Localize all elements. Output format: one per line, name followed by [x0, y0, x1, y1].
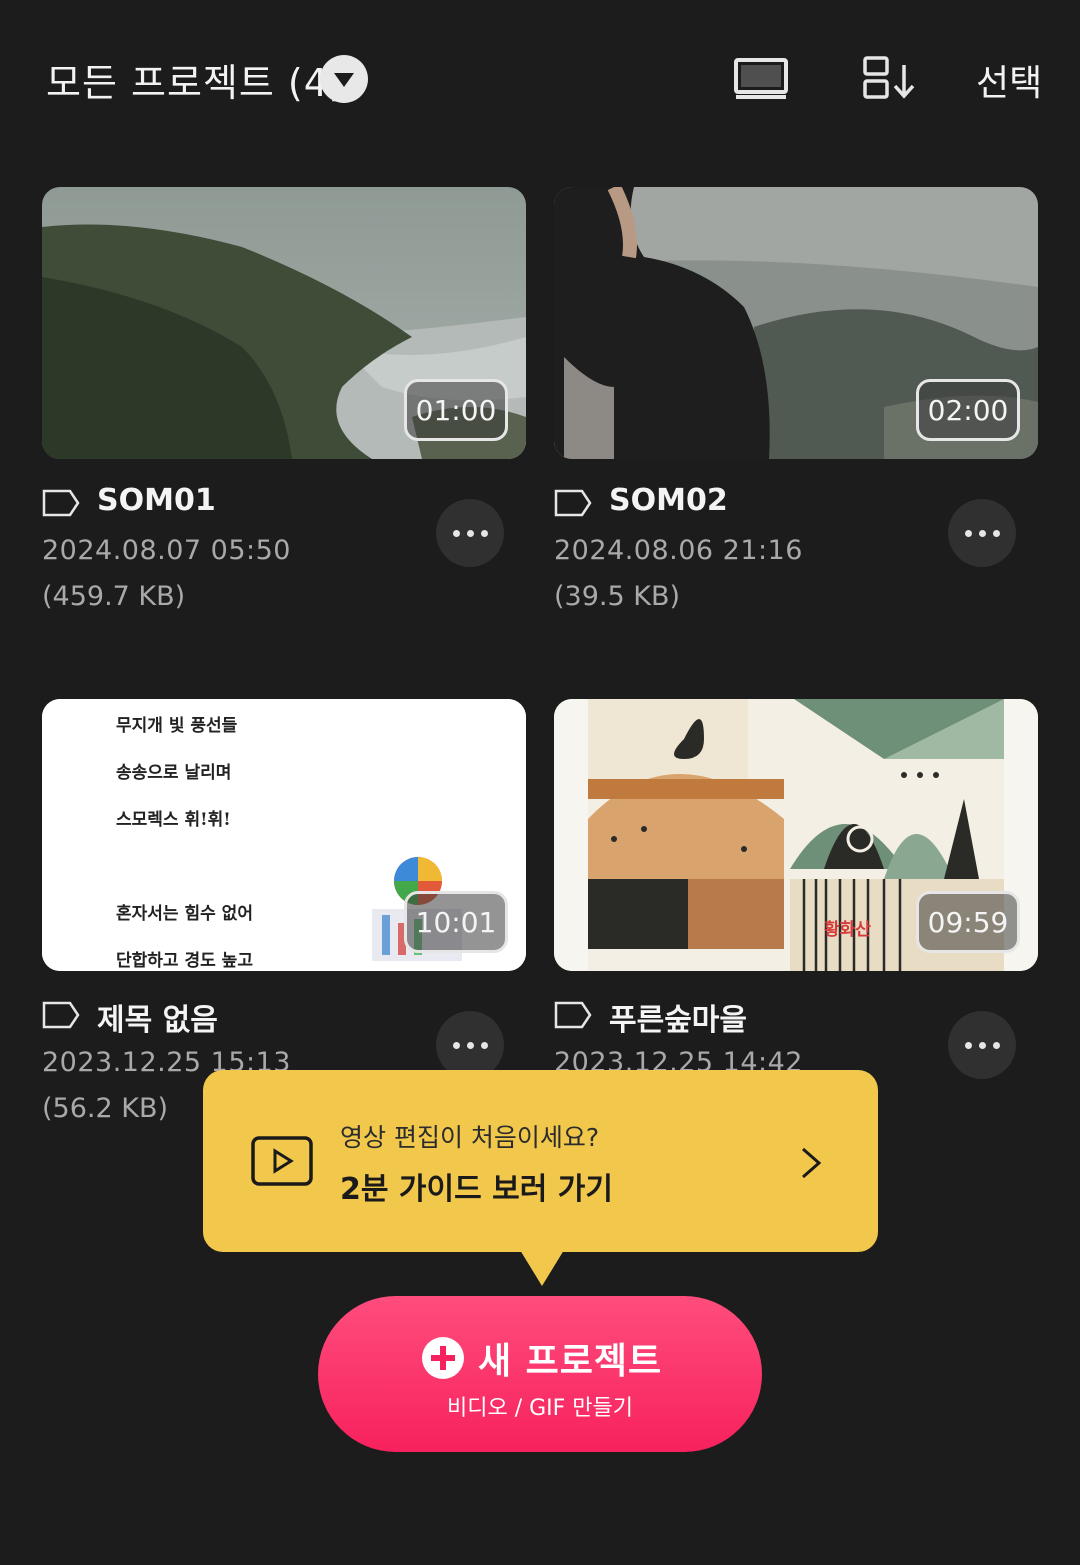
- thumbnail-line: 혼자서는 힘수 없어: [116, 904, 253, 924]
- thumbnail-line: 단합하고 경도 높고: [116, 951, 253, 971]
- play-icon: [251, 1136, 313, 1186]
- duration-badge: 10:01: [404, 891, 508, 953]
- chevron-down-icon[interactable]: [320, 55, 368, 103]
- duration-badge: 09:59: [916, 891, 1020, 953]
- more-options-button[interactable]: [948, 499, 1016, 567]
- project-size: (459.7 KB): [42, 581, 186, 612]
- view-mode-icon[interactable]: [734, 58, 788, 100]
- project-name[interactable]: 제목 없음: [97, 995, 218, 1039]
- project-size: (56.2 KB): [42, 1093, 168, 1124]
- project-date: 2024.08.07 05:50: [42, 535, 291, 566]
- more-options-button[interactable]: [436, 1011, 504, 1079]
- more-options-button[interactable]: [948, 1011, 1016, 1079]
- guide-tooltip[interactable]: 영상 편집이 처음이세요? 2분 가이드 보러 가기: [203, 1070, 878, 1252]
- guide-link[interactable]: 2분 가이드 보러 가기: [340, 1164, 613, 1208]
- new-project-subtitle: 비디오 / GIF 만들기: [446, 1396, 634, 1421]
- project-name[interactable]: SOM02: [609, 483, 728, 518]
- new-project-label: 새 프로젝트: [478, 1341, 663, 1382]
- duration-badge: 01:00: [404, 379, 508, 441]
- project-thumbnail[interactable]: 01:00: [42, 187, 526, 459]
- tooltip-pointer: [520, 1250, 564, 1286]
- new-project-button[interactable]: 새 프로젝트 비디오 / GIF 만들기: [318, 1296, 762, 1452]
- tag-icon: [554, 1001, 592, 1029]
- more-options-button[interactable]: [436, 499, 504, 567]
- project-thumbnail[interactable]: 황화산 09:59: [554, 699, 1038, 971]
- duration-badge: 02:00: [916, 379, 1020, 441]
- thumbnail-line: 무지개 빛 풍선들: [116, 716, 238, 736]
- thumbnail-caption: 황화산: [824, 920, 871, 940]
- tag-icon: [42, 489, 80, 517]
- project-name[interactable]: 푸른숲마을: [609, 995, 747, 1039]
- thumbnail-line: 스모렉스 휘!휘!: [116, 810, 231, 830]
- plus-icon: [422, 1337, 464, 1379]
- tag-icon: [554, 489, 592, 517]
- project-name[interactable]: SOM01: [97, 483, 216, 518]
- page-title[interactable]: 모든 프로젝트 (4): [46, 52, 345, 107]
- project-thumbnail[interactable]: 02:00: [554, 187, 1038, 459]
- select-button[interactable]: 선택: [976, 54, 1042, 106]
- project-thumbnail[interactable]: 무지개 빛 풍선들 송송으로 날리며 스모렉스 휘!휘! 혼자서는 힘수 없어 …: [42, 699, 526, 971]
- thumbnail-text: 무지개 빛 풍선들 송송으로 날리며 스모렉스 휘!휘! 혼자서는 힘수 없어 …: [116, 703, 253, 971]
- thumbnail-line: 송송으로 날리며: [116, 763, 232, 783]
- sort-icon[interactable]: [862, 55, 918, 101]
- tag-icon: [42, 1001, 80, 1029]
- chevron-right-icon[interactable]: [799, 1145, 823, 1181]
- tooltip-question: 영상 편집이 처음이세요?: [340, 1123, 600, 1152]
- top-bar: 모든 프로젝트 (4) 선택: [0, 0, 1080, 160]
- project-date: 2024.08.06 21:16: [554, 535, 803, 566]
- project-size: (39.5 KB): [554, 581, 680, 612]
